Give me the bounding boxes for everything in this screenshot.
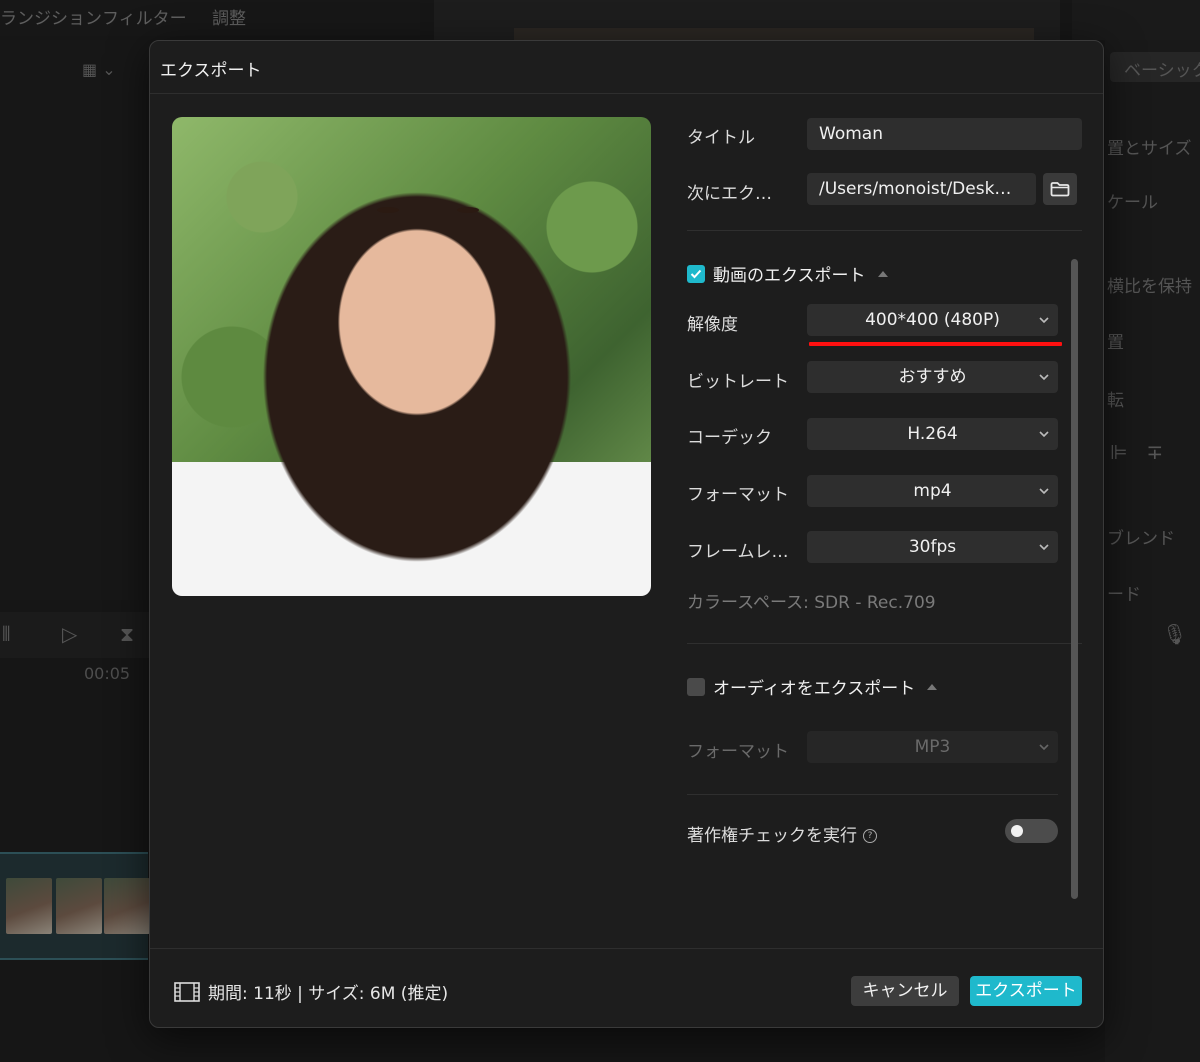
- divider: [687, 794, 1058, 795]
- audio-format-label: フォーマット: [687, 742, 789, 762]
- export-dialog: エクスポート タイトル Woman 次にエク… /Users/monoist/D…: [149, 40, 1104, 1028]
- export-path-input[interactable]: /Users/monoist/Desk…: [807, 173, 1036, 205]
- bitrate-label: ビットレート: [687, 372, 789, 392]
- preview-detail: [457, 207, 479, 213]
- checkmark-icon: [690, 269, 702, 278]
- colorspace-info: カラースペース: SDR - Rec.709: [687, 593, 936, 613]
- chevron-down-icon: [1038, 361, 1050, 393]
- menu-transition[interactable]: ランジション: [0, 4, 102, 29]
- clip-thumbnail: [104, 878, 150, 934]
- export-to-label: 次にエク…: [687, 184, 772, 204]
- timecode: 00:05: [84, 664, 131, 683]
- chevron-down-icon: [1038, 418, 1050, 450]
- inspector-item: ケール: [1107, 193, 1158, 213]
- format-value: mp4: [913, 481, 952, 501]
- collapse-caret-icon[interactable]: [927, 683, 938, 690]
- menu-adjust[interactable]: 調整: [212, 4, 246, 29]
- mirror-icon[interactable]: ⧗: [120, 622, 134, 646]
- folder-icon: [1050, 182, 1070, 197]
- divider: [687, 230, 1082, 231]
- play-icon[interactable]: ▷: [62, 622, 77, 646]
- video-export-label: 動画のエクスポート: [713, 266, 866, 286]
- duration-size-text: 期間: 11秒 | サイズ: 6M (推定): [208, 984, 449, 1004]
- clip-thumbnail: [56, 878, 102, 934]
- inspector-item: 転: [1107, 391, 1124, 411]
- audio-export-header: オーディオをエクスポート: [687, 674, 938, 699]
- resolution-label: 解像度: [687, 315, 738, 335]
- inspector-header: [1072, 0, 1200, 40]
- codec-select[interactable]: H.264: [807, 418, 1058, 450]
- preview-detail: [377, 207, 399, 213]
- format-select[interactable]: mp4: [807, 475, 1058, 507]
- film-icon: [174, 981, 200, 1002]
- collapse-caret-icon[interactable]: [877, 270, 888, 277]
- codec-value: H.264: [907, 424, 958, 444]
- audio-export-checkbox[interactable]: [687, 677, 705, 696]
- copyright-check-label: 著作権チェックを実行?: [687, 821, 877, 846]
- bitrate-select[interactable]: おすすめ: [807, 361, 1058, 393]
- dialog-title: エクスポート: [160, 61, 262, 81]
- scrollbar[interactable]: [1071, 259, 1078, 899]
- resolution-select[interactable]: 400*400 (480P): [807, 304, 1058, 336]
- divider: [687, 643, 1082, 644]
- media-panel: [0, 40, 150, 600]
- audio-export-label: オーディオをエクスポート: [713, 679, 916, 699]
- browse-folder-button[interactable]: [1043, 173, 1077, 205]
- video-preview-thumbnail: [172, 117, 651, 596]
- player-frame-edge: [514, 28, 1034, 40]
- framerate-label: フレームレ…: [687, 542, 789, 562]
- inspector-item: 横比を保持: [1107, 277, 1192, 297]
- chevron-down-icon: [1038, 475, 1050, 507]
- format-label: フォーマット: [687, 485, 789, 505]
- grid-view-icon[interactable]: ▦ ⌄: [82, 60, 116, 79]
- copyright-check-toggle[interactable]: [1005, 819, 1058, 843]
- export-button[interactable]: エクスポート: [970, 976, 1082, 1006]
- title-input[interactable]: Woman: [807, 118, 1082, 150]
- chevron-down-icon: [1038, 531, 1050, 563]
- video-export-header: 動画のエクスポート: [687, 261, 888, 286]
- cancel-button[interactable]: キャンセル: [851, 976, 959, 1006]
- inspector-item: 置: [1107, 333, 1124, 353]
- help-icon[interactable]: ?: [863, 829, 877, 843]
- toggle-knob: [1011, 825, 1023, 837]
- audio-format-select[interactable]: MP3: [807, 731, 1058, 763]
- divider: [150, 948, 1103, 949]
- align-icon[interactable]: ⊫ ∓: [1110, 440, 1163, 464]
- audio-format-value: MP3: [914, 737, 951, 757]
- inspector-item: ード: [1107, 585, 1141, 605]
- inspector-item: ブレンド: [1107, 529, 1175, 549]
- codec-label: コーデック: [687, 428, 772, 448]
- export-summary: 期間: 11秒 | サイズ: 6M (推定): [174, 979, 448, 1004]
- framerate-select[interactable]: 30fps: [807, 531, 1058, 563]
- split-icon[interactable]: ⫴: [2, 622, 10, 646]
- video-export-checkbox[interactable]: [687, 264, 705, 283]
- highlight-underline: [809, 342, 1062, 346]
- divider: [150, 93, 1103, 94]
- title-label: タイトル: [687, 128, 755, 148]
- bitrate-value: おすすめ: [898, 367, 967, 387]
- chevron-down-icon: [1038, 304, 1050, 336]
- menu-filter[interactable]: フィルター: [102, 4, 187, 29]
- chevron-down-icon: [1038, 731, 1050, 763]
- inspector-item: 置とサイズ: [1107, 139, 1192, 159]
- copyright-check-text: 著作権チェックを実行: [687, 826, 857, 846]
- microphone-icon[interactable]: 🎙: [1162, 622, 1187, 646]
- basic-tab-label: ベーシック: [1124, 61, 1200, 81]
- clip-thumbnail: [6, 878, 52, 934]
- resolution-value: 400*400 (480P): [865, 310, 1000, 330]
- framerate-value: 30fps: [908, 537, 957, 557]
